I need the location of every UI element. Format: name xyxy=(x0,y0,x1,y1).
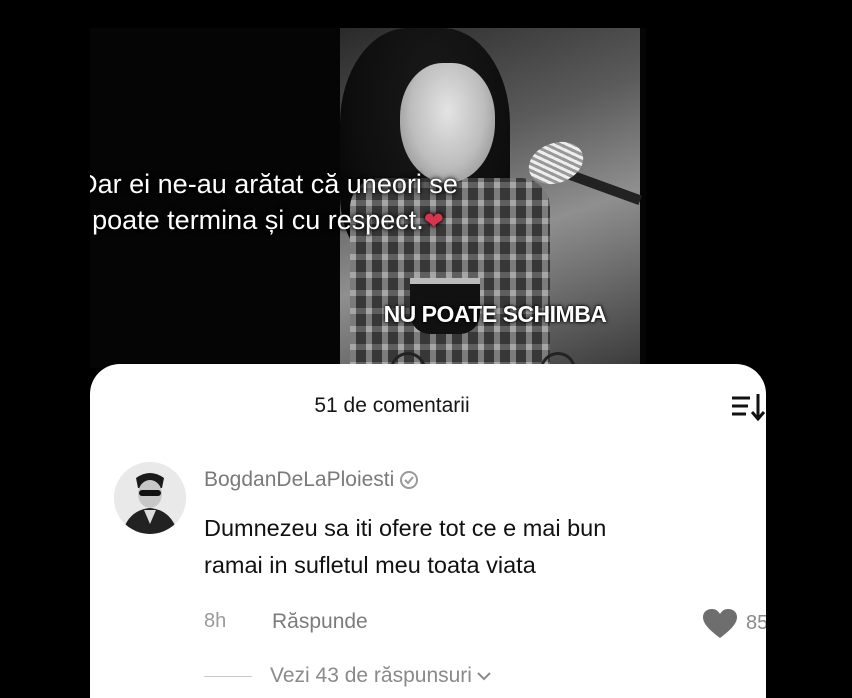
sort-icon[interactable] xyxy=(730,392,766,422)
video-caption: Dar ei ne-au arătat că uneori se poate t… xyxy=(90,166,546,240)
comment-time: 8h xyxy=(204,610,227,632)
heart-icon[interactable] xyxy=(702,608,738,640)
verified-icon xyxy=(400,471,419,489)
view-replies-label: Vezi 43 de răspunsuri xyxy=(270,664,472,687)
comments-sheet: 51 de comentarii BogdanDeLaPloiesti Dumn… xyxy=(90,364,766,698)
replies-divider xyxy=(204,676,252,677)
reply-button[interactable]: Răspunde xyxy=(272,610,368,634)
heart-emoji: ❤ xyxy=(423,208,444,235)
caption-line-1: Dar ei ne-au arătat că uneori se xyxy=(90,169,458,199)
comment-text-line-2: ramai in sufletul meu toata viata xyxy=(204,552,536,578)
video-player[interactable]: Dar ei ne-au arătat că uneori se poate t… xyxy=(90,28,646,368)
comment-username-row: BogdanDeLaPloiesti xyxy=(204,468,419,492)
avatar-image xyxy=(114,462,186,534)
comments-count-title: 51 de comentarii xyxy=(314,394,470,417)
avatar[interactable] xyxy=(114,462,186,534)
comment-text-line-1: Dumnezeu sa iti ofere tot ce e mai bun xyxy=(204,515,607,541)
person-face xyxy=(400,63,495,183)
like-count: 85 xyxy=(746,612,766,634)
video-overlay-text: NU POATE SCHIMBA xyxy=(383,301,607,327)
view-replies-button[interactable]: Vezi 43 de răspunsuri xyxy=(270,664,492,688)
caption-line-2: poate termina și cu respect. xyxy=(92,205,424,235)
comment-username[interactable]: BogdanDeLaPloiesti xyxy=(204,468,394,492)
comment-text: Dumnezeu sa iti ofere tot ce e mai bun r… xyxy=(204,510,766,584)
screen: Dar ei ne-au arătat că uneori se poate t… xyxy=(0,0,852,698)
chevron-down-icon xyxy=(477,672,491,681)
